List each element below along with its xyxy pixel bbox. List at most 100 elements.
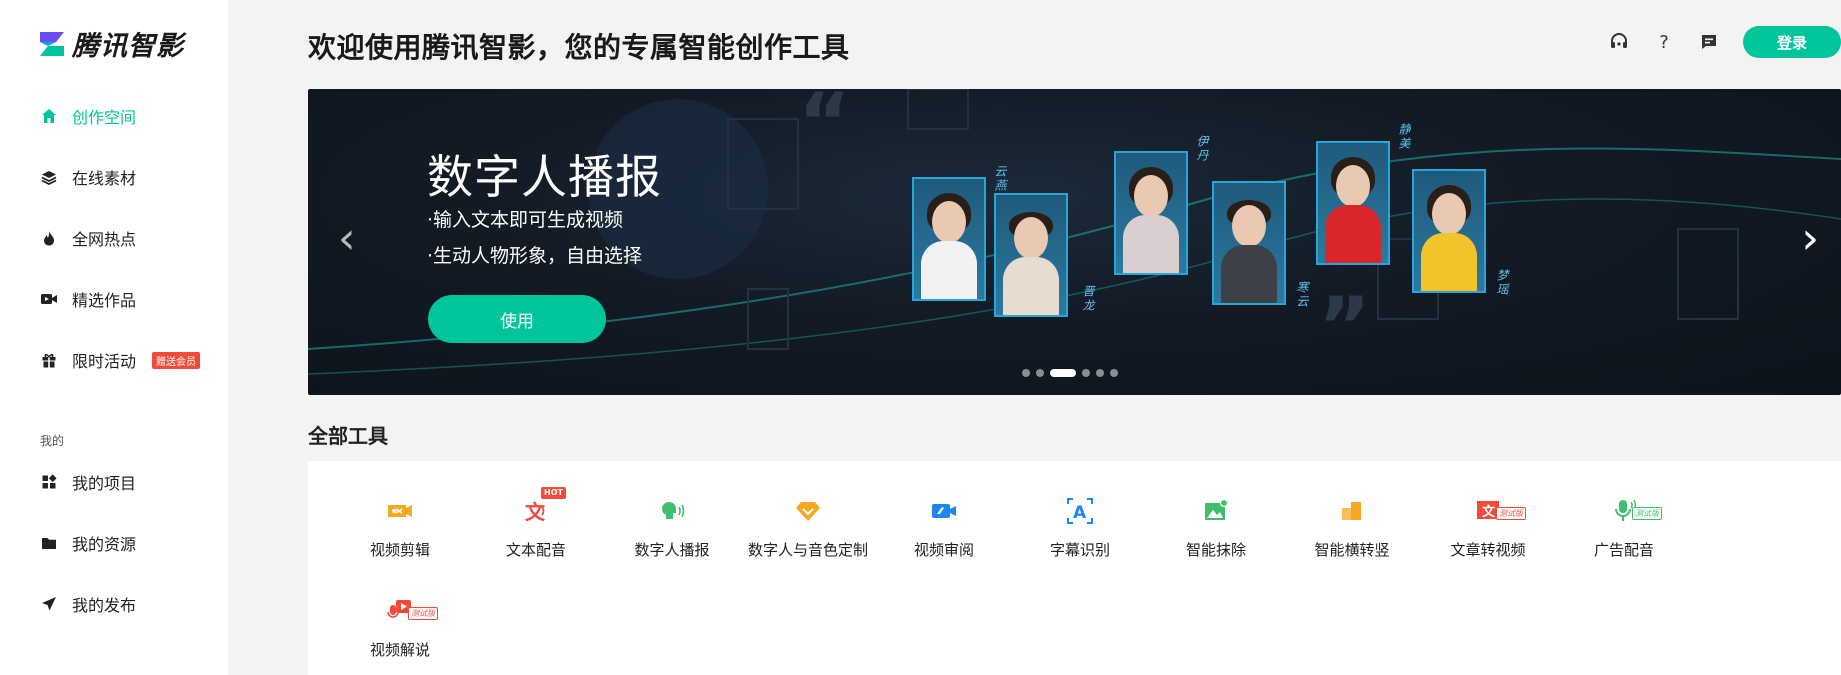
tool-label: 视频解说 [369, 641, 430, 659]
svg-text:文: 文 [1482, 504, 1496, 520]
tool-label: 智能抹除 [1185, 541, 1246, 559]
tool-smart-landscape-to-portrait[interactable]: 智能横转竖 [1284, 491, 1420, 560]
hot-tag: HOT [541, 487, 566, 499]
sidebar-item-label: 我的项目 [72, 474, 137, 493]
tool-label: 文章转视频 [1450, 541, 1526, 559]
subtitle-icon: A [1060, 491, 1100, 531]
test-version-tag: 测试版 [408, 607, 438, 620]
tool-label: 广告配音 [1593, 541, 1654, 559]
sidebar-item-label: 限时活动 [72, 352, 137, 371]
section-label-mine: 我的 [40, 434, 65, 448]
presenter-card [994, 193, 1068, 317]
digital-human-icon [652, 491, 692, 531]
carousel-dot[interactable] [1082, 369, 1090, 377]
tool-smart-erase[interactable]: 智能抹除 [1148, 491, 1284, 560]
presenter-card [1212, 181, 1286, 305]
sidebar-item-trending[interactable]: 全网热点 [40, 226, 136, 250]
banner-feature-line: ·生动人物形象，自由选择 [427, 245, 643, 267]
tools-panel: 视频剪辑 文 HOT 文本配音 数字人播报 数字人与音色定制 视频审阅 A 字幕… [308, 461, 1841, 675]
presenter-card [1316, 141, 1390, 265]
tool-video-edit[interactable]: 视频剪辑 [332, 491, 468, 560]
presenter-name: 云燕 [993, 165, 1007, 193]
svg-text:A: A [1073, 503, 1087, 523]
scissors-icon [380, 491, 420, 531]
tool-ad-voiceover[interactable]: 测试版 广告配音 [1556, 491, 1692, 560]
carousel-indicators [1022, 369, 1118, 377]
tools-heading: 全部工具 [308, 424, 388, 448]
quote-mark-icon: “ [798, 89, 851, 169]
grid-icon [40, 473, 58, 491]
presenter-card [912, 177, 986, 301]
tool-label: 智能横转竖 [1314, 541, 1390, 559]
sidebar-item-my-resources[interactable]: 我的资源 [40, 531, 136, 555]
tool-article-to-video[interactable]: 文 测试版 文章转视频 [1420, 491, 1556, 560]
sidebar-item-label: 全网热点 [72, 230, 137, 249]
tool-video-narration[interactable]: 测试版 视频解说 [332, 591, 468, 660]
test-version-tag: 测试版 [1496, 507, 1526, 520]
brand-logo[interactable]: 腾讯智影 [38, 24, 184, 63]
text-voice-icon: 文 HOT [516, 487, 566, 531]
presenter-card [1412, 169, 1486, 293]
banner-next-arrow[interactable]: › [1801, 217, 1819, 261]
review-camera-icon [924, 491, 964, 531]
tool-text-voiceover[interactable]: 文 HOT 文本配音 [468, 487, 604, 560]
sidebar-item-label: 创作空间 [72, 108, 137, 127]
quote-mark-icon: ” [1318, 280, 1371, 373]
sidebar-item-label: 我的发布 [72, 596, 137, 615]
flame-icon [40, 229, 58, 247]
video-narration-icon: 测试版 [380, 591, 438, 631]
tool-label: 视频审阅 [913, 541, 974, 559]
carousel-dot[interactable] [1022, 369, 1030, 377]
help-icon[interactable]: ? [1653, 31, 1675, 53]
presenter-name: 梦瑶 [1495, 269, 1509, 297]
gift-icon [40, 351, 58, 369]
headset-icon[interactable] [1608, 31, 1630, 53]
header-actions: ? 登录 [1608, 26, 1841, 58]
tool-label: 字幕识别 [1049, 541, 1110, 559]
tool-label: 数字人与音色定制 [747, 541, 868, 559]
presenter-name: 晋龙 [1081, 285, 1095, 313]
article-video-icon: 文 测试版 [1468, 491, 1526, 531]
tool-digital-human-broadcast[interactable]: 数字人播报 [604, 491, 740, 560]
sidebar-item-label: 精选作品 [72, 291, 137, 310]
home-icon [40, 107, 58, 125]
carousel-dot[interactable] [1110, 369, 1118, 377]
sidebar-item-my-projects[interactable]: 我的项目 [40, 470, 136, 494]
presenter-name: 寒云 [1295, 281, 1309, 309]
carousel-dot[interactable] [1096, 369, 1104, 377]
banner-title: 数字人播报 [427, 150, 662, 204]
microphone-icon: 测试版 [1604, 491, 1662, 531]
hero-banner[interactable]: “ ” 数字人播报 ·输入文本即可生成视频 ·生动人物形象，自由选择 使用 云燕… [308, 89, 1841, 395]
sidebar-item-label: 我的资源 [72, 535, 137, 554]
tool-digital-human-voice-custom[interactable]: 数字人与音色定制 [740, 491, 876, 560]
sidebar-item-online-assets[interactable]: 在线素材 [40, 165, 136, 189]
presenter-name: 伊丹 [1195, 135, 1209, 163]
carousel-dot[interactable] [1036, 369, 1044, 377]
login-button[interactable]: 登录 [1743, 26, 1841, 58]
sidebar-item-label: 在线素材 [72, 169, 137, 188]
presenter-name: 静美 [1397, 123, 1411, 151]
message-icon[interactable] [1698, 31, 1720, 53]
image-erase-icon [1196, 491, 1236, 531]
sidebar-item-my-publications[interactable]: 我的发布 [40, 592, 136, 616]
sidebar-item-creation-space[interactable]: 创作空间 [40, 104, 136, 128]
brand-mark-icon [38, 30, 66, 58]
carousel-dot-active[interactable] [1050, 369, 1076, 377]
promo-badge: 赠送会员 [152, 351, 201, 369]
rotate-icon [1332, 491, 1372, 531]
banner-use-button[interactable]: 使用 [428, 295, 606, 343]
layers-icon [40, 168, 58, 186]
folder-icon [40, 534, 58, 552]
tool-label: 文本配音 [505, 541, 566, 559]
tool-label: 视频剪辑 [369, 541, 430, 559]
sidebar-item-featured-works[interactable]: 精选作品 [40, 287, 136, 311]
sidebar-item-limited-events[interactable]: 限时活动 赠送会员 [40, 348, 201, 372]
brand-name: 腾讯智影 [72, 31, 184, 62]
sidebar: 腾讯智影 创作空间 在线素材 全网热点 精选作品 限时活动 赠送会员 我的 我的… [0, 0, 228, 675]
banner-feature-line: ·输入文本即可生成视频 [427, 209, 624, 231]
video-camera-icon [40, 290, 58, 308]
banner-prev-arrow[interactable]: ‹ [338, 217, 356, 261]
presenter-card [1114, 151, 1188, 275]
tool-video-review[interactable]: 视频审阅 [876, 491, 1012, 560]
tool-subtitle-recognition[interactable]: A 字幕识别 [1012, 491, 1148, 560]
